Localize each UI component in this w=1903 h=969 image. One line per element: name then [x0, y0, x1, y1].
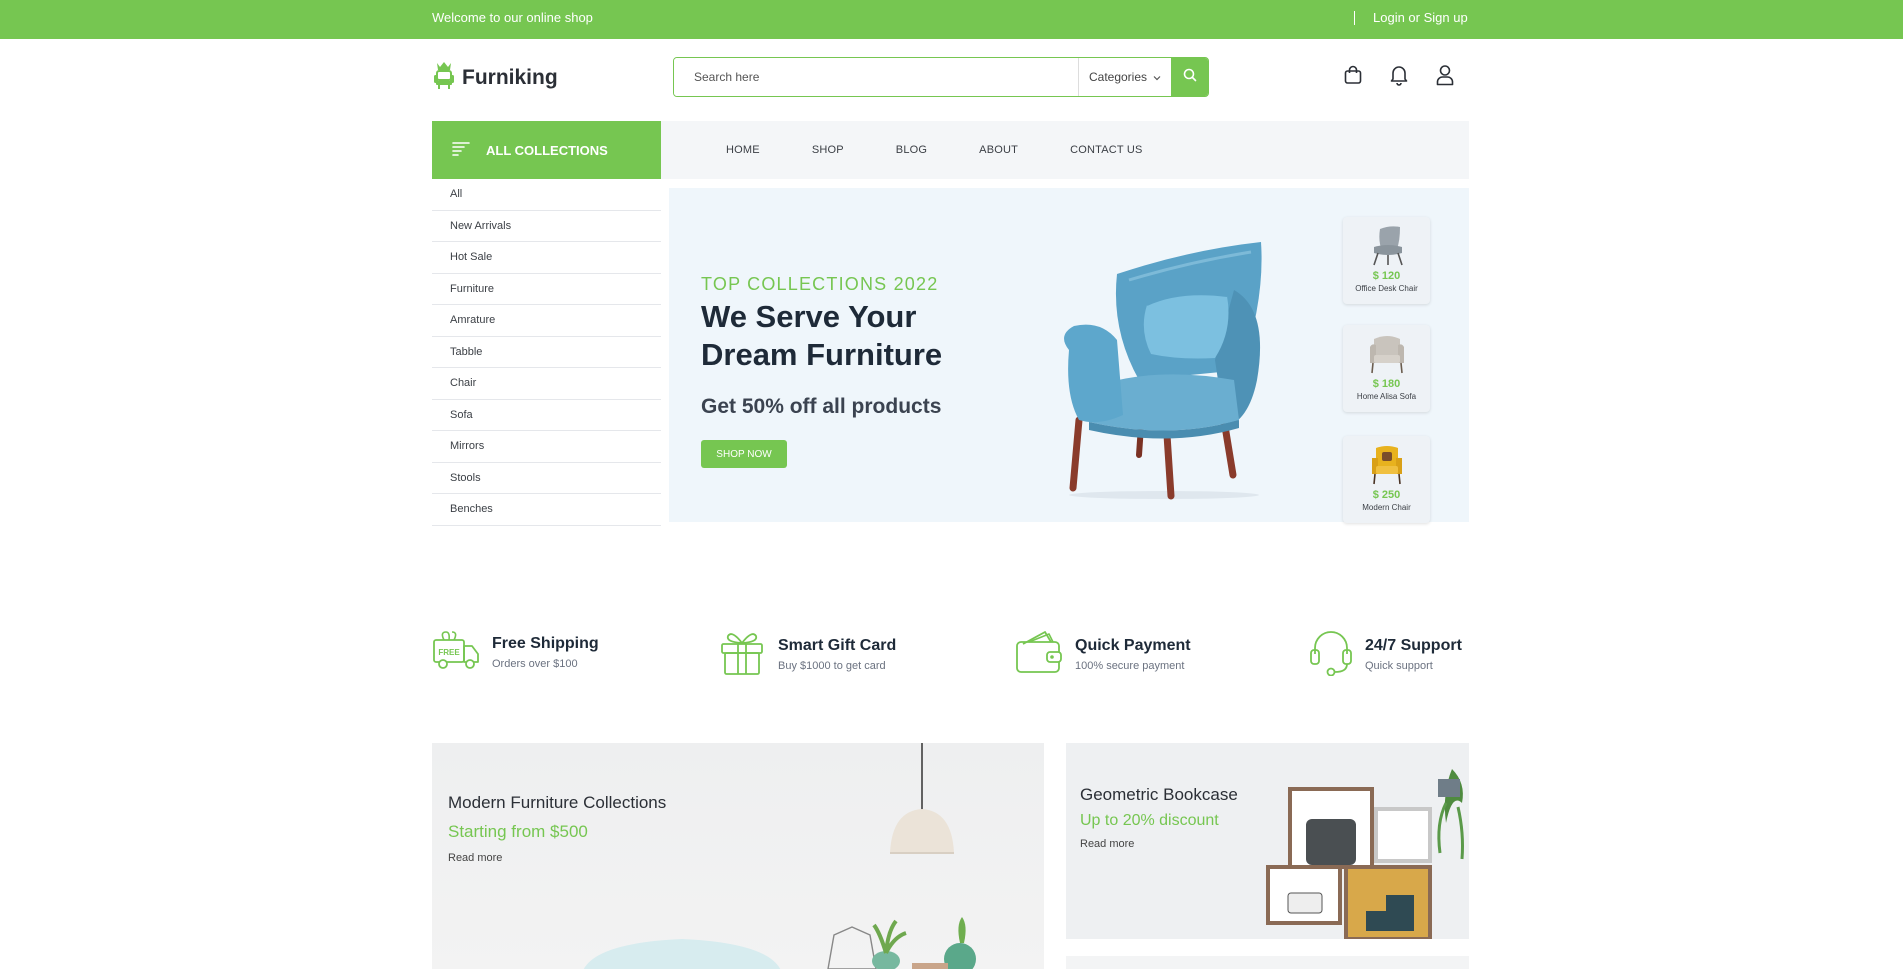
nav-home[interactable]: HOME	[726, 144, 760, 156]
category-list: All New Arrivals Hot Sale Furniture Amra…	[432, 179, 661, 526]
promo-banner-secondary	[1066, 956, 1469, 969]
feature-quick-payment: Quick Payment 100% secure payment	[1015, 628, 1191, 681]
category-item[interactable]: Benches	[432, 494, 661, 526]
categories-dropdown[interactable]: Categories	[1078, 58, 1171, 96]
feature-subtitle: 100% secure payment	[1075, 660, 1185, 672]
truck-icon: FREE	[432, 628, 480, 677]
mini-product-price: $ 180	[1372, 378, 1401, 390]
header-actions	[1342, 64, 1456, 86]
mini-product-card[interactable]: $ 250 Modern Chair	[1343, 436, 1430, 523]
search-icon	[1183, 68, 1197, 87]
mini-product-name: Office Desk Chair	[1355, 284, 1418, 293]
user-icon[interactable]	[1434, 64, 1456, 86]
category-item[interactable]: Tabble	[432, 337, 661, 368]
feature-title: Free Shipping	[492, 635, 599, 652]
mini-product-card[interactable]: $ 120 Office Desk Chair	[1343, 217, 1430, 304]
feature-support: 24/7 Support Quick support	[1309, 628, 1462, 681]
category-item[interactable]: Amrature	[432, 305, 661, 337]
modern-chair-thumbnail	[1343, 440, 1430, 488]
search-bar: Categories	[673, 57, 1209, 97]
read-more-link[interactable]: Read more	[1080, 838, 1134, 850]
pendant-lamp-image	[862, 743, 982, 868]
nav-about[interactable]: ABOUT	[979, 144, 1018, 156]
banner-subtitle: Starting from $500	[448, 822, 588, 841]
feature-subtitle: Quick support	[1365, 660, 1433, 672]
banner-title: Modern Furniture Collections	[448, 793, 667, 812]
feature-free-shipping: FREE Free Shipping Orders over $100	[432, 628, 599, 677]
feature-title: 24/7 Support	[1365, 637, 1462, 654]
crown-chair-logo-icon	[432, 60, 456, 95]
search-input[interactable]	[674, 58, 1078, 96]
category-item[interactable]: Sofa	[432, 400, 661, 431]
menu-lines-icon	[452, 141, 470, 160]
bell-icon[interactable]	[1388, 64, 1410, 86]
category-item[interactable]: Chair	[432, 368, 661, 400]
hero-offer: Get 50% off all products	[701, 395, 942, 418]
mini-product-price: $ 120	[1372, 270, 1401, 282]
feature-gift-card: Smart Gift Card Buy $1000 to get card	[718, 628, 896, 681]
feature-title: Smart Gift Card	[778, 637, 897, 654]
read-more-link[interactable]: Read more	[448, 852, 502, 864]
category-item[interactable]: Mirrors	[432, 431, 661, 463]
nav-contact[interactable]: CONTACT US	[1070, 144, 1143, 156]
logo-text: Furniking	[462, 65, 558, 89]
hero-headline: We Serve Your Dream Furniture	[701, 299, 943, 372]
hero-kicker: TOP COLLECTIONS 2022	[701, 274, 939, 294]
mini-product-price: $ 250	[1372, 489, 1401, 501]
svg-text:FREE: FREE	[438, 648, 460, 657]
shop-now-button[interactable]: SHOP NOW	[701, 440, 787, 468]
gift-icon	[718, 628, 766, 681]
plants-decor-image	[822, 903, 992, 969]
logo[interactable]: Furniking	[432, 60, 558, 95]
login-signup-link[interactable]: Login or Sign up	[1373, 10, 1468, 25]
office-chair-thumbnail	[1343, 221, 1430, 269]
all-collections-label: ALL COLLECTIONS	[486, 142, 608, 158]
main-nav: HOME SHOP BLOG ABOUT CONTACT US	[661, 121, 1469, 179]
nav-blog[interactable]: BLOG	[896, 144, 927, 156]
hero-banner: TOP COLLECTIONS 2022 We Serve Your Dream…	[669, 188, 1469, 523]
nav-shop[interactable]: SHOP	[812, 144, 844, 156]
promo-banner-modern-furniture[interactable]: Modern Furniture Collections Starting fr…	[432, 743, 1044, 969]
chair-back-image	[572, 933, 792, 969]
mini-product-card[interactable]: $ 180 Home Alisa Sofa	[1343, 325, 1430, 412]
category-item[interactable]: Stools	[432, 463, 661, 494]
headset-icon	[1309, 628, 1353, 681]
all-collections-toggle[interactable]: ALL COLLECTIONS	[432, 121, 661, 179]
top-bar: Welcome to our online shop Login or Sign…	[0, 0, 1903, 39]
category-item[interactable]: Hot Sale	[432, 242, 661, 274]
welcome-text: Welcome to our online shop	[432, 10, 593, 25]
promo-banner-bookcase[interactable]: Geometric Bookcase Up to 20% discount Re…	[1066, 743, 1469, 939]
search-button[interactable]	[1171, 58, 1208, 96]
banner-subtitle: Up to 20% discount	[1080, 812, 1219, 829]
mini-product-name: Modern Chair	[1362, 503, 1411, 512]
banner-title: Geometric Bookcase	[1080, 785, 1238, 804]
feature-subtitle: Buy $1000 to get card	[778, 660, 886, 672]
category-item[interactable]: New Arrivals	[432, 211, 661, 242]
hero-armchair-image	[1029, 230, 1279, 505]
mini-product-name: Home Alisa Sofa	[1356, 392, 1417, 401]
chevron-down-icon	[1153, 70, 1161, 84]
category-item[interactable]: All	[432, 179, 661, 211]
category-item[interactable]: Furniture	[432, 274, 661, 305]
sofa-thumbnail	[1343, 329, 1430, 377]
topbar-divider	[1354, 11, 1355, 25]
geometric-bookcase-image	[1266, 763, 1469, 939]
bag-icon[interactable]	[1342, 64, 1364, 86]
feature-subtitle: Orders over $100	[492, 658, 578, 670]
feature-title: Quick Payment	[1075, 637, 1191, 654]
wallet-icon	[1015, 628, 1063, 681]
categories-label: Categories	[1088, 70, 1148, 84]
